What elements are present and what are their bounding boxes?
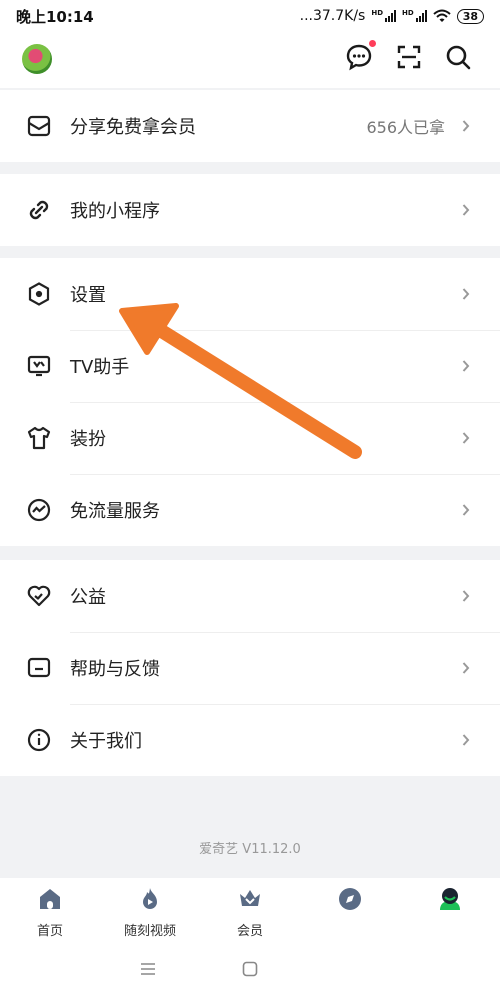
dress-up-item[interactable]: 装扮 [0,402,500,474]
help-feedback-item[interactable]: 帮助与反馈 [0,632,500,704]
chevron-right-icon [462,360,470,372]
chevron-right-icon [462,288,470,300]
shirt-icon [27,426,51,450]
share-member-item[interactable]: 分享免费拿会员 656人已拿 [0,90,500,162]
home-button-icon[interactable] [242,961,258,977]
mini-program-item[interactable]: 我的小程序 [0,174,500,246]
status-indicators: ...37.7K/s HD HD 38 [300,8,484,24]
charity-item[interactable]: 公益 [0,560,500,632]
tv-assistant-item[interactable]: TV助手 [0,330,500,402]
tv-assistant-label: TV助手 [70,357,130,378]
gift-box-icon [27,115,51,137]
chevron-right-icon [462,590,470,602]
tab-home[interactable]: 首页 [0,878,100,942]
heart-icon [27,585,51,607]
app-version: 爱奇艺 V11.12.0 [199,842,301,857]
mini-program-card: 我的小程序 [0,174,500,246]
settings-label: 设置 [70,285,106,306]
about-us-item[interactable]: 关于我们 [0,704,500,776]
charity-label: 公益 [70,587,106,608]
settings-card: 设置 TV助手 装扮 免流量服务 [0,258,500,546]
crown-icon [240,890,260,906]
scan-icon[interactable] [394,42,424,72]
share-label: 分享免费拿会员 [70,117,196,138]
free-traffic-item[interactable]: 免流量服务 [0,474,500,546]
status-bar: 晚上10:14 ...37.7K/s HD HD 38 [0,0,500,32]
info-icon [27,728,51,752]
signal-icon: HD [371,10,397,22]
search-icon[interactable] [443,42,473,72]
tab-home-label: 首页 [36,924,63,939]
hexagon-icon [28,282,50,306]
chevron-right-icon [462,734,470,746]
tab-vip[interactable]: 会员 [200,878,300,942]
tab-suike-video[interactable]: 随刻视频 [100,878,200,942]
battery-icon: 38 [456,8,484,24]
chevron-right-icon [462,662,470,674]
share-card: 分享免费拿会员 656人已拿 [0,90,500,162]
user-avatar[interactable] [22,44,52,74]
signal-icon-2: HD [402,10,427,22]
status-time: 晚上10:14 [16,7,94,26]
menu-icon[interactable] [140,962,156,976]
tab-suike-label: 随刻视频 [123,924,176,939]
tab-vip-label: 会员 [236,924,263,939]
help-card: 公益 帮助与反馈 关于我们 [0,560,500,776]
bottom-tab-bar: 首页 随刻视频 会员 [0,878,500,942]
tab-my[interactable] [400,878,500,942]
compass-icon [339,888,361,910]
tv-icon [27,355,51,377]
feedback-icon [27,657,51,678]
notification-dot [369,40,376,47]
chat-icon[interactable] [344,40,376,72]
profile-icon [440,888,460,910]
mini-program-label: 我的小程序 [70,201,160,222]
share-count: 656人已拿 [366,118,445,137]
chevron-right-icon [462,432,470,444]
link-icon [29,200,49,220]
settings-item[interactable]: 设置 [0,258,500,330]
traffic-icon [27,498,51,522]
tab-discover[interactable] [300,878,400,942]
network-speed: ...37.7K/s [299,8,366,24]
wifi-icon [433,9,451,22]
dress-up-label: 装扮 [70,429,106,450]
home-icon [40,889,60,909]
system-nav-bar [0,942,500,1000]
chevron-right-icon [462,120,470,132]
chevron-right-icon [462,504,470,516]
about-us-label: 关于我们 [70,731,142,752]
free-traffic-label: 免流量服务 [70,501,160,522]
header-bar [0,32,500,88]
help-feedback-label: 帮助与反馈 [70,659,160,680]
flame-icon [143,888,157,909]
chevron-right-icon [462,204,470,216]
